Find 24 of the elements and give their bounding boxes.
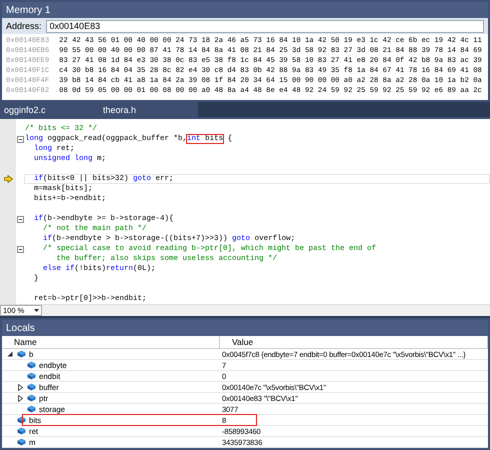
address-label: Address:	[6, 21, 42, 31]
collapse-icon[interactable]	[16, 246, 24, 252]
column-header[interactable]: Name	[2, 336, 220, 348]
panel-title: Memory 1	[6, 4, 50, 16]
variable-icon	[27, 372, 36, 380]
collapse-icon[interactable]	[16, 136, 24, 142]
caret-icon	[34, 309, 39, 312]
variable-icon	[17, 438, 26, 446]
variable-icon	[27, 383, 36, 391]
variable-icon	[27, 361, 36, 369]
file-tab[interactable]: theora.h	[99, 102, 198, 117]
column-header[interactable]: Value	[220, 336, 488, 348]
collapse-arrow-icon[interactable]	[7, 351, 13, 357]
variable-icon	[27, 405, 36, 413]
variable-icon	[17, 350, 26, 358]
file-tab[interactable]: ogginfo2.c	[0, 102, 99, 117]
address-field[interactable]: 0x00140E83	[46, 20, 484, 32]
panel-title: Locals	[6, 322, 35, 334]
expand-arrow-icon[interactable]	[18, 394, 22, 402]
variable-icon	[27, 394, 36, 402]
collapse-icon[interactable]	[16, 216, 24, 222]
variable-icon	[17, 427, 26, 435]
expand-arrow-icon[interactable]	[18, 384, 22, 390]
variable-icon	[17, 416, 26, 424]
